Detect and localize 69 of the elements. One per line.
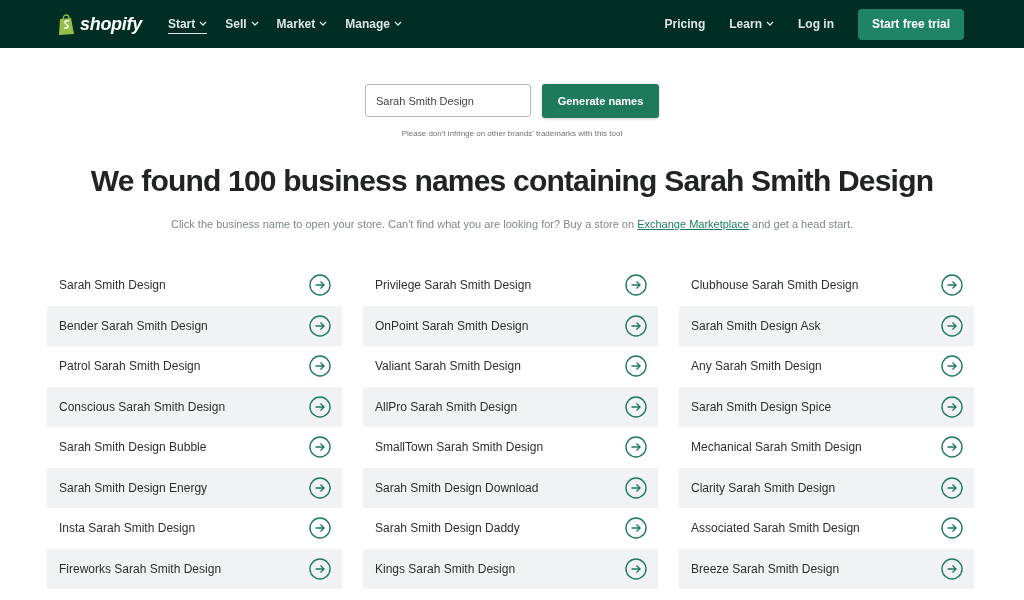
arrow-circle-icon <box>625 517 647 540</box>
name-row[interactable]: Kings Sarah Smith Design <box>363 548 658 589</box>
name-row[interactable]: Sarah Smith Design <box>47 265 342 306</box>
name-row[interactable]: OnPoint Sarah Smith Design <box>363 305 658 346</box>
arrow-circle-icon <box>941 314 963 337</box>
arrow-circle-icon <box>625 395 647 418</box>
name-row[interactable]: Sarah Smith Design Energy <box>47 467 342 508</box>
arrow-circle-icon <box>941 436 963 459</box>
arrow-circle-icon <box>941 395 963 418</box>
name-row[interactable]: Conscious Sarah Smith Design <box>47 386 342 427</box>
marketplace-link[interactable]: Exchange Marketplace <box>637 218 750 230</box>
nav-link[interactable]: Start <box>167 14 208 34</box>
nav-link[interactable]: Manage <box>345 14 402 34</box>
arrow-circle-icon <box>309 355 331 378</box>
search-field[interactable]: Sarah Smith Design <box>365 84 531 117</box>
name-row[interactable]: Patrol Sarah Smith Design <box>47 346 342 387</box>
caret-icon <box>319 21 328 26</box>
name-row[interactable]: Sarah Smith Design Ask <box>679 305 974 346</box>
name-row[interactable]: Valiant Sarah Smith Design <box>363 346 658 387</box>
trademark-note: Please don't infringe on other brands' trademarks with this tool <box>401 129 623 138</box>
arrow-circle-icon <box>309 436 331 459</box>
arrow-circle-icon <box>625 436 647 459</box>
generate-button[interactable]: Generate names <box>542 84 659 118</box>
nav-link[interactable]: Sell <box>225 14 259 34</box>
arrow-circle-icon <box>309 476 331 499</box>
logo-text[interactable]: shopify <box>80 13 142 35</box>
name-row[interactable]: Privilege Sarah Smith Design <box>363 265 658 306</box>
arrow-circle-icon <box>941 517 963 540</box>
name-row[interactable]: Bender Sarah Smith Design <box>47 305 342 346</box>
arrow-circle-icon <box>941 274 963 297</box>
caret-icon <box>765 21 774 26</box>
name-row[interactable]: Sarah Smith Design Daddy <box>363 508 658 549</box>
name-row[interactable]: Any Sarah Smith Design <box>679 346 974 387</box>
name-row[interactable]: SmallTown Sarah Smith Design <box>363 427 658 468</box>
arrow-circle-icon <box>625 557 647 580</box>
name-row[interactable]: Breeze Sarah Smith Design <box>679 548 974 589</box>
arrow-circle-icon <box>941 355 963 378</box>
name-row[interactable]: Clubhouse Sarah Smith Design <box>679 265 974 306</box>
name-row[interactable]: Sarah Smith Design Bubble <box>47 427 342 468</box>
arrow-circle-icon <box>309 557 331 580</box>
arrow-circle-icon <box>941 476 963 499</box>
arrow-circle-icon <box>309 395 331 418</box>
caret-icon <box>394 21 402 26</box>
name-row[interactable]: Associated Sarah Smith Design <box>679 508 974 549</box>
name-row[interactable]: Fireworks Sarah Smith Design <box>47 548 342 589</box>
name-row[interactable]: Sarah Smith Design Spice <box>679 386 974 427</box>
arrow-circle-icon <box>309 314 331 337</box>
arrow-circle-icon <box>941 557 963 580</box>
arrow-circle-icon <box>309 517 331 540</box>
arrow-circle-icon <box>625 274 647 297</box>
nav-link[interactable]: Log in <box>797 14 834 34</box>
arrow-circle-icon <box>625 476 647 499</box>
name-row[interactable]: Insta Sarah Smith Design <box>47 508 342 549</box>
arrow-circle-icon <box>625 355 647 378</box>
nav-link[interactable]: Pricing <box>664 14 706 34</box>
name-row[interactable]: Clarity Sarah Smith Design <box>679 467 974 508</box>
caret-icon <box>250 21 259 26</box>
nav-link[interactable]: Market <box>276 14 328 34</box>
name-row[interactable]: AllPro Sarah Smith Design <box>363 386 658 427</box>
arrow-circle-icon <box>625 314 647 337</box>
start-trial-button[interactable]: Start free trial <box>857 8 964 40</box>
caret-icon <box>199 21 208 26</box>
results-heading: We found 100 business names containing Sarah Smith Design <box>90 164 934 198</box>
name-row[interactable]: Sarah Smith Design Download <box>363 467 658 508</box>
name-row[interactable]: Mechanical Sarah Smith Design <box>679 427 974 468</box>
nav-link[interactable]: Learn <box>729 14 774 34</box>
arrow-circle-icon <box>309 274 331 297</box>
subtitle-text: Click the business name to open your store. Can't find what you are looking for? Buy a store on Exchange Marketplace and get a head start. <box>170 218 854 230</box>
shopping-bag-icon <box>58 13 76 35</box>
